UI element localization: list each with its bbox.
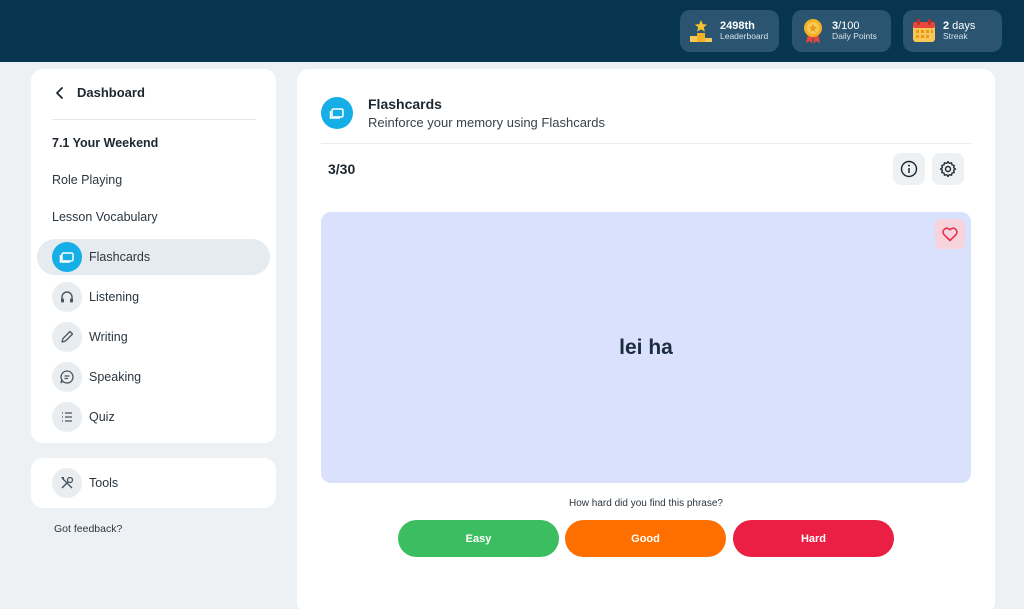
list-icon [52,402,82,432]
streak-badge[interactable]: 2 days Streak [903,10,1002,52]
easy-button[interactable]: Easy [398,520,559,557]
favorite-button[interactable] [935,219,965,249]
lesson-title: 7.1 Your Weekend [52,136,159,150]
feedback-link[interactable]: Got feedback? [54,523,122,535]
page-subtitle: Reinforce your memory using Flashcards [368,115,605,130]
page-title: Flashcards [368,96,442,112]
gear-icon [939,160,957,178]
flashcard[interactable]: lei ha [321,212,971,483]
headphones-icon [52,282,82,312]
sidebar-item-label: Speaking [89,370,142,384]
tools-label: Tools [89,476,119,490]
flashcards-panel: Flashcards Reinforce your memory using F… [297,69,995,609]
hard-button[interactable]: Hard [733,520,894,557]
sidebar-item-lesson-vocabulary[interactable]: Lesson Vocabulary [52,210,158,224]
calendar-icon [911,18,937,44]
tools-card: Tools [31,458,276,508]
sidebar-item-role-playing[interactable]: Role Playing [52,173,122,187]
trophy-podium-icon [688,18,714,44]
daily-points-badge[interactable]: 3/100 Daily Points [792,10,891,52]
back-label: Dashboard [77,85,145,100]
sidebar-item-flashcards[interactable]: Flashcards [37,239,270,275]
pencil-icon [52,322,82,352]
heart-icon [942,227,958,242]
good-button[interactable]: Good [565,520,726,557]
sidebar-item-label: Quiz [89,410,115,424]
top-bar: 2498th Leaderboard 3/100 Daily Points 2 … [0,0,1024,62]
speech-bubble-icon [52,362,82,392]
flashcard-icon [52,242,82,272]
sidebar-item-label: Writing [89,330,128,344]
info-icon [900,160,918,178]
card-progress: 3/30 [328,161,356,177]
flashcard-icon [321,97,353,129]
tools-icon [52,468,82,498]
sidebar-item-label: Flashcards [89,250,151,264]
daily-points-label: Daily Points [832,31,877,42]
flashcard-phrase: lei ha [619,335,673,359]
divider [52,119,256,120]
back-to-dashboard-link[interactable]: Dashboard [53,85,145,100]
tools-button[interactable]: Tools [52,468,118,498]
info-button[interactable] [893,153,925,185]
leaderboard-label: Leaderboard [720,31,769,42]
settings-button[interactable] [932,153,964,185]
sidebar-item-label: Listening [89,290,140,304]
difficulty-question: How hard did you find this phrase? [569,498,723,509]
chevron-left-icon [56,86,63,99]
leaderboard-badge[interactable]: 2498th Leaderboard [680,10,779,52]
divider [321,143,971,144]
lesson-sidebar: Dashboard 7.1 Your Weekend Role Playing … [31,69,276,443]
sidebar-item-speaking[interactable]: Speaking [37,359,270,395]
streak-label: Streak [943,31,968,42]
sidebar-item-listening[interactable]: Listening [37,279,270,315]
medal-icon [800,18,826,44]
sidebar-item-writing[interactable]: Writing [37,319,270,355]
sidebar-item-quiz[interactable]: Quiz [37,399,270,435]
